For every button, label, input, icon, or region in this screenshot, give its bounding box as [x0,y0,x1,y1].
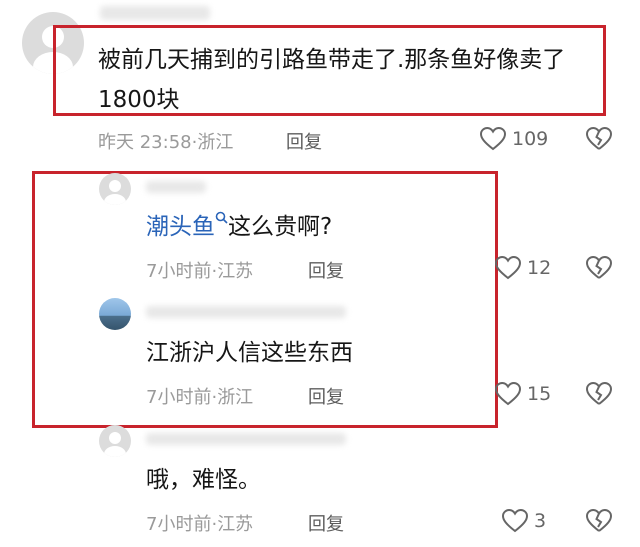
avatar[interactable] [99,173,131,205]
username-blurred[interactable] [146,181,206,193]
like-count: 3 [534,510,547,532]
broken-heart-icon [586,382,612,406]
heart-icon [495,256,521,280]
like-button[interactable]: 12 [495,256,551,280]
like-count: 12 [527,257,552,279]
broken-heart-icon [586,127,612,151]
username-blurred[interactable] [100,6,210,20]
heart-icon [502,509,528,533]
comment-meta: 昨天 23:58·浙江 [98,128,233,154]
comment-location: 江苏 [217,261,254,282]
dislike-button[interactable] [586,256,612,280]
comment-location: 浙江 [217,387,254,408]
topic-link[interactable]: 潮头鱼 [146,214,215,240]
reply-text: 江浙沪人信这些东西 [146,340,353,366]
comment-meta: 7小时前·江苏 [146,510,253,536]
comment-text: 被前几天捕到的引路鱼带走了.那条鱼好像卖了1800块 [98,47,566,113]
dislike-button[interactable] [586,382,612,406]
dislike-button[interactable] [586,509,612,533]
comment-location: 浙江 [197,132,234,153]
comment-location: 江苏 [217,514,254,535]
username-blurred[interactable] [146,306,346,318]
username-blurred[interactable] [146,433,346,445]
heart-icon [480,127,506,151]
dislike-button[interactable] [586,127,612,151]
reply-button[interactable]: 回复 [308,510,344,536]
reply-button[interactable]: 回复 [286,128,322,154]
reply-button[interactable]: 回复 [308,257,344,283]
avatar-photo[interactable] [99,298,131,330]
broken-heart-icon [586,509,612,533]
comment-meta: 7小时前·江苏 [146,257,253,283]
comment-time: 7小时前 [146,387,212,408]
avatar[interactable] [99,425,131,457]
like-button[interactable]: 15 [495,382,551,406]
comment-time: 7小时前 [146,261,212,282]
reply-text: 哦，难怪。 [146,467,261,493]
like-count: 15 [527,383,552,405]
reply-text: 潮头鱼 这么贵啊? [146,207,332,247]
reply-body: 这么贵啊? [228,214,333,240]
search-icon[interactable] [215,211,228,224]
like-button[interactable]: 109 [480,127,548,151]
comment-time: 昨天 23:58 [98,132,192,153]
reply-button[interactable]: 回复 [308,383,344,409]
broken-heart-icon [586,256,612,280]
heart-icon [495,382,521,406]
comment-time: 7小时前 [146,514,212,535]
like-button[interactable]: 3 [502,509,546,533]
comment-meta: 7小时前·浙江 [146,383,253,409]
like-count: 109 [512,128,549,150]
